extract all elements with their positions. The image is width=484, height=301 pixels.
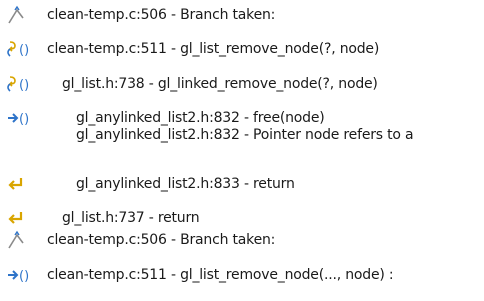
enter-icon: () [5, 264, 31, 286]
branch-icon [5, 4, 31, 26]
trace-item-return[interactable]: gl_list.h:737 - return [0, 207, 484, 229]
call-icon: () [5, 38, 31, 60]
branch-icon [5, 229, 31, 251]
svg-text:(): () [19, 269, 29, 284]
trace-item-label: gl_anylinked_list2.h:832 - free(node) [76, 110, 325, 126]
call-icon: () [5, 73, 31, 95]
trace-item-call[interactable]: () gl_list.h:738 - gl_linked_remove_node… [0, 73, 484, 95]
trace-item-label: clean-temp.c:506 - Branch taken: [47, 232, 276, 248]
trace-item-enter[interactable]: () clean-temp.c:511 - gl_list_remove_nod… [0, 264, 484, 286]
svg-text:(): () [19, 43, 29, 58]
trace-item-label: gl_anylinked_list2.h:833 - return [76, 176, 295, 192]
return-icon [5, 207, 31, 229]
svg-text:(): () [19, 112, 29, 127]
trace-item-label: gl_list.h:737 - return [62, 210, 200, 226]
trace-item-enter[interactable]: () gl_anylinked_list2.h:832 - free(node)… [0, 107, 484, 151]
trace-item-label-secondary: gl_anylinked_list2.h:832 - Pointer node … [76, 127, 414, 143]
trace-item-branch[interactable]: clean-temp.c:506 - Branch taken: [0, 229, 484, 251]
return-icon [5, 173, 31, 195]
trace-item-label: gl_list.h:738 - gl_linked_remove_node(?,… [62, 76, 378, 92]
trace-item-return[interactable]: gl_anylinked_list2.h:833 - return [0, 173, 484, 195]
svg-text:(): () [19, 78, 29, 93]
trace-item-branch[interactable]: clean-temp.c:506 - Branch taken: [0, 4, 484, 26]
enter-icon: () [5, 107, 31, 129]
trace-item-call[interactable]: () clean-temp.c:511 - gl_list_remove_nod… [0, 38, 484, 60]
trace-item-label: clean-temp.c:511 - gl_list_remove_node(.… [47, 267, 394, 283]
trace-item-label: clean-temp.c:506 - Branch taken: [47, 7, 276, 23]
trace-item-label: clean-temp.c:511 - gl_list_remove_node(?… [47, 41, 380, 57]
